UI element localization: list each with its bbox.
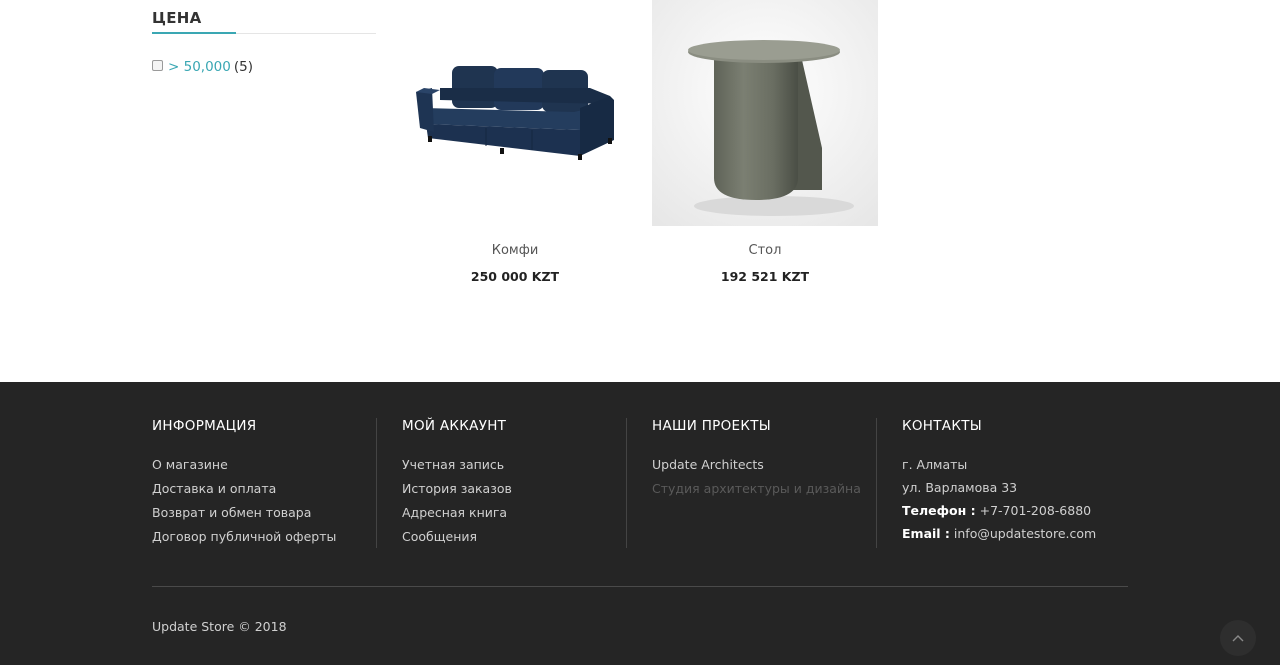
filter-title: ЦЕНА <box>152 9 202 27</box>
email-label: Email : <box>902 526 950 541</box>
price-filter-link[interactable]: > 50,000 <box>168 59 231 75</box>
contact-street: ул. Варламова 33 <box>902 480 1018 495</box>
filter-divider <box>152 32 376 34</box>
contact-city: г. Алматы <box>902 457 968 472</box>
copyright: Update Store © 2018 <box>152 619 287 634</box>
phone-label: Телефон : <box>902 503 976 518</box>
phone-link[interactable]: +7-701-208-6880 <box>980 503 1092 518</box>
footer-link-account[interactable]: Учетная запись <box>402 457 504 472</box>
footer-projects-subtitle: Студия архитектуры и дизайна <box>652 481 861 496</box>
product-card[interactable]: Комфи 250 000 KZT <box>402 0 628 300</box>
footer-link-update-architects[interactable]: Update Architects <box>652 457 764 472</box>
footer-link-returns[interactable]: Возврат и обмен товара <box>152 505 311 520</box>
footer-projects-title: НАШИ ПРОЕКТЫ <box>652 418 772 434</box>
footer-link-offer[interactable]: Договор публичной оферты <box>152 529 336 544</box>
product-card[interactable]: Стол 192 521 KZT <box>652 0 878 300</box>
footer-link-about[interactable]: О магазине <box>152 457 228 472</box>
footer-link-order-history[interactable]: История заказов <box>402 481 512 496</box>
email-link[interactable]: info@updatestore.com <box>954 526 1096 541</box>
product-name[interactable]: Комфи <box>402 243 628 258</box>
footer-contacts-column: КОНТАКТЫ г. Алматы ул. Варламова 33 Теле… <box>902 418 1126 548</box>
filter-option-count: (5) <box>233 59 253 75</box>
footer-contacts-title: КОНТАКТЫ <box>902 418 982 434</box>
sofa-image[interactable] <box>402 0 628 226</box>
contact-email-row: Email : info@updatestore.com <box>902 526 1126 542</box>
site-footer: ИНФОРМАЦИЯ О магазине Доставка и оплата … <box>0 382 1280 665</box>
footer-link-address-book[interactable]: Адресная книга <box>402 505 507 520</box>
footer-info-column: ИНФОРМАЦИЯ О магазине Доставка и оплата … <box>152 418 377 548</box>
footer-divider <box>152 586 1128 587</box>
contact-phone-row: Телефон : +7-701-208-6880 <box>902 503 1126 519</box>
chevron-up-icon <box>1232 635 1244 642</box>
footer-info-title: ИНФОРМАЦИЯ <box>152 418 257 434</box>
side-table-image[interactable] <box>652 0 878 226</box>
price-filter: ЦЕНА > 50,000 (5) <box>152 0 376 75</box>
scroll-to-top-button[interactable] <box>1220 620 1256 656</box>
footer-account-title: МОЙ АККАУНТ <box>402 418 507 434</box>
price-checkbox[interactable] <box>152 60 163 71</box>
footer-projects-column: НАШИ ПРОЕКТЫ Update Architects Студия ар… <box>652 418 877 548</box>
filter-option-over-50000: > 50,000 (5) <box>152 59 376 75</box>
footer-account-column: МОЙ АККАУНТ Учетная запись История заказ… <box>402 418 627 548</box>
footer-link-messages[interactable]: Сообщения <box>402 529 477 544</box>
product-price: 250 000 KZT <box>470 269 560 284</box>
footer-link-delivery[interactable]: Доставка и оплата <box>152 481 276 496</box>
product-name[interactable]: Стол <box>652 243 878 258</box>
product-price: 192 521 KZT <box>720 269 810 284</box>
